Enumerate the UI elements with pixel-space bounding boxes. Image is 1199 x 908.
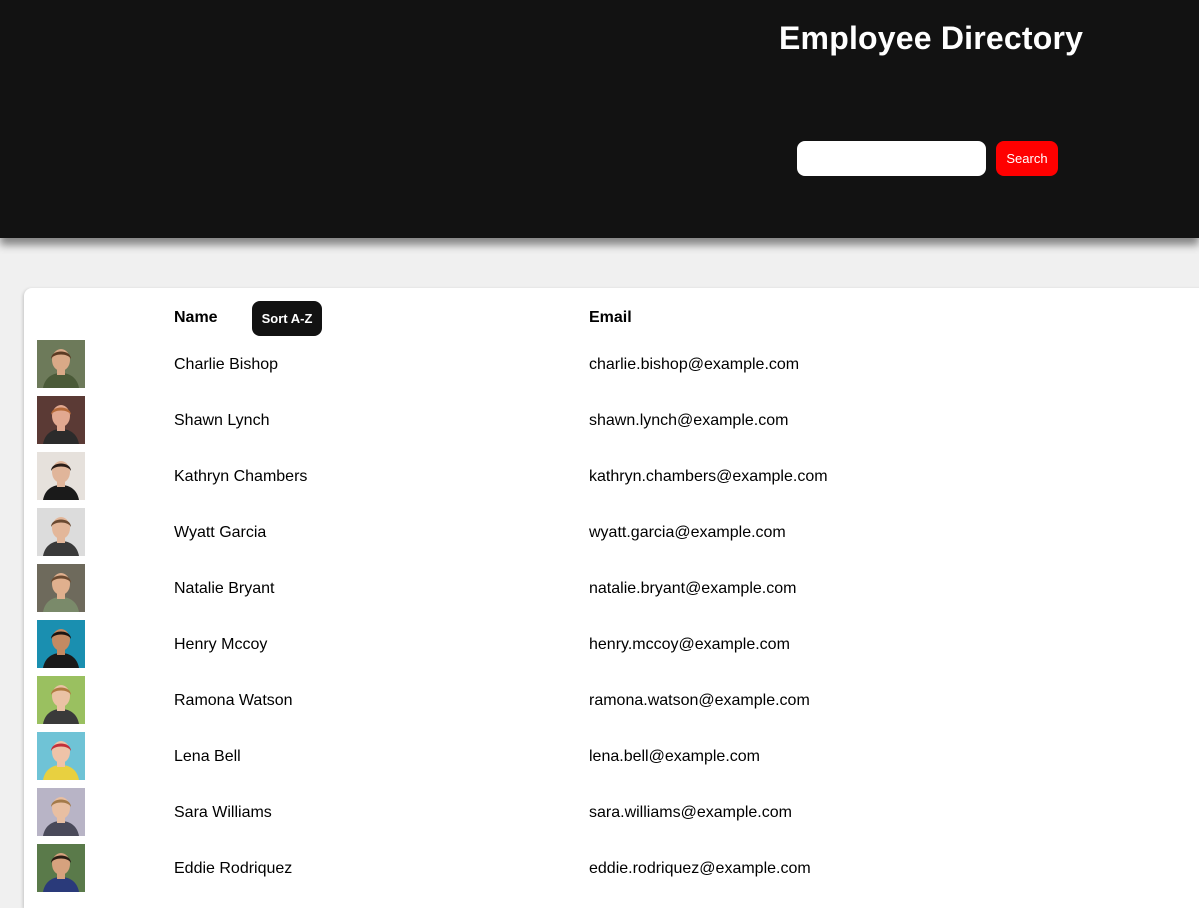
employee-name: Natalie Bryant: [174, 580, 275, 597]
avatar-image: [37, 508, 85, 556]
avatar: [37, 564, 85, 612]
avatar-image: [37, 564, 85, 612]
table-row: Henry Mccoy henry.mccoy@example.com: [24, 620, 1199, 676]
avatar: [37, 732, 85, 780]
employee-email: kathryn.chambers@example.com: [589, 468, 828, 485]
employee-name: Charlie Bishop: [174, 356, 279, 373]
avatar: [37, 676, 85, 724]
avatar-image: [37, 676, 85, 724]
table-row: Kathryn Chambers kathryn.chambers@exampl…: [24, 452, 1199, 508]
app-header: Employee Directory Search: [0, 0, 1199, 238]
employee-name: Shawn Lynch: [174, 412, 270, 429]
employee-email: wyatt.garcia@example.com: [589, 524, 786, 541]
employee-email: sara.williams@example.com: [589, 804, 792, 821]
avatar-image: [37, 788, 85, 836]
employee-email: henry.mccoy@example.com: [589, 636, 790, 653]
employee-name: Eddie Rodriquez: [174, 860, 293, 877]
table-row: Ramona Watson ramona.watson@example.com: [24, 676, 1199, 732]
employee-name: Wyatt Garcia: [174, 524, 267, 541]
table-row: Charlie Bishop charlie.bishop@example.co…: [24, 340, 1199, 396]
avatar: [37, 340, 85, 388]
employee-name: Lena Bell: [174, 748, 241, 765]
table-row: Shawn Lynch shawn.lynch@example.com: [24, 396, 1199, 452]
avatar-image: [37, 732, 85, 780]
column-header-email: Email: [589, 309, 632, 326]
page-title: Employee Directory: [779, 20, 1084, 56]
avatar: [37, 620, 85, 668]
avatar: [37, 844, 85, 892]
avatar: [37, 452, 85, 500]
column-header-name: Name: [174, 309, 218, 326]
avatar: [37, 508, 85, 556]
avatar: [37, 788, 85, 836]
table-row: Natalie Bryant natalie.bryant@example.co…: [24, 564, 1199, 620]
employee-email: charlie.bishop@example.com: [589, 356, 800, 373]
employee-name: Kathryn Chambers: [174, 468, 308, 485]
search-button[interactable]: Search: [996, 141, 1058, 176]
employee-name: Ramona Watson: [174, 692, 293, 709]
avatar-image: [37, 452, 85, 500]
employee-name: Henry Mccoy: [174, 636, 268, 653]
employee-email: lena.bell@example.com: [589, 748, 760, 765]
table-row: Eddie Rodriquez eddie.rodriquez@example.…: [24, 844, 1199, 900]
employee-name: Sara Williams: [174, 804, 272, 821]
sort-az-button[interactable]: Sort A-Z: [252, 301, 322, 336]
employee-table: Name Sort A-Z Email Charlie Bishop charl…: [24, 288, 1199, 908]
employee-email: shawn.lynch@example.com: [589, 412, 789, 429]
avatar-image: [37, 396, 85, 444]
employee-email: eddie.rodriquez@example.com: [589, 860, 811, 877]
avatar-image: [37, 844, 85, 892]
avatar-image: [37, 620, 85, 668]
avatar-image: [37, 340, 85, 388]
avatar: [37, 396, 85, 444]
table-body: Charlie Bishop charlie.bishop@example.co…: [24, 340, 1199, 900]
search-input[interactable]: [797, 141, 986, 176]
table-row: Wyatt Garcia wyatt.garcia@example.com: [24, 508, 1199, 564]
table-row: Lena Bell lena.bell@example.com: [24, 732, 1199, 788]
employee-email: ramona.watson@example.com: [589, 692, 810, 709]
table-row: Sara Williams sara.williams@example.com: [24, 788, 1199, 844]
employee-email: natalie.bryant@example.com: [589, 580, 797, 597]
